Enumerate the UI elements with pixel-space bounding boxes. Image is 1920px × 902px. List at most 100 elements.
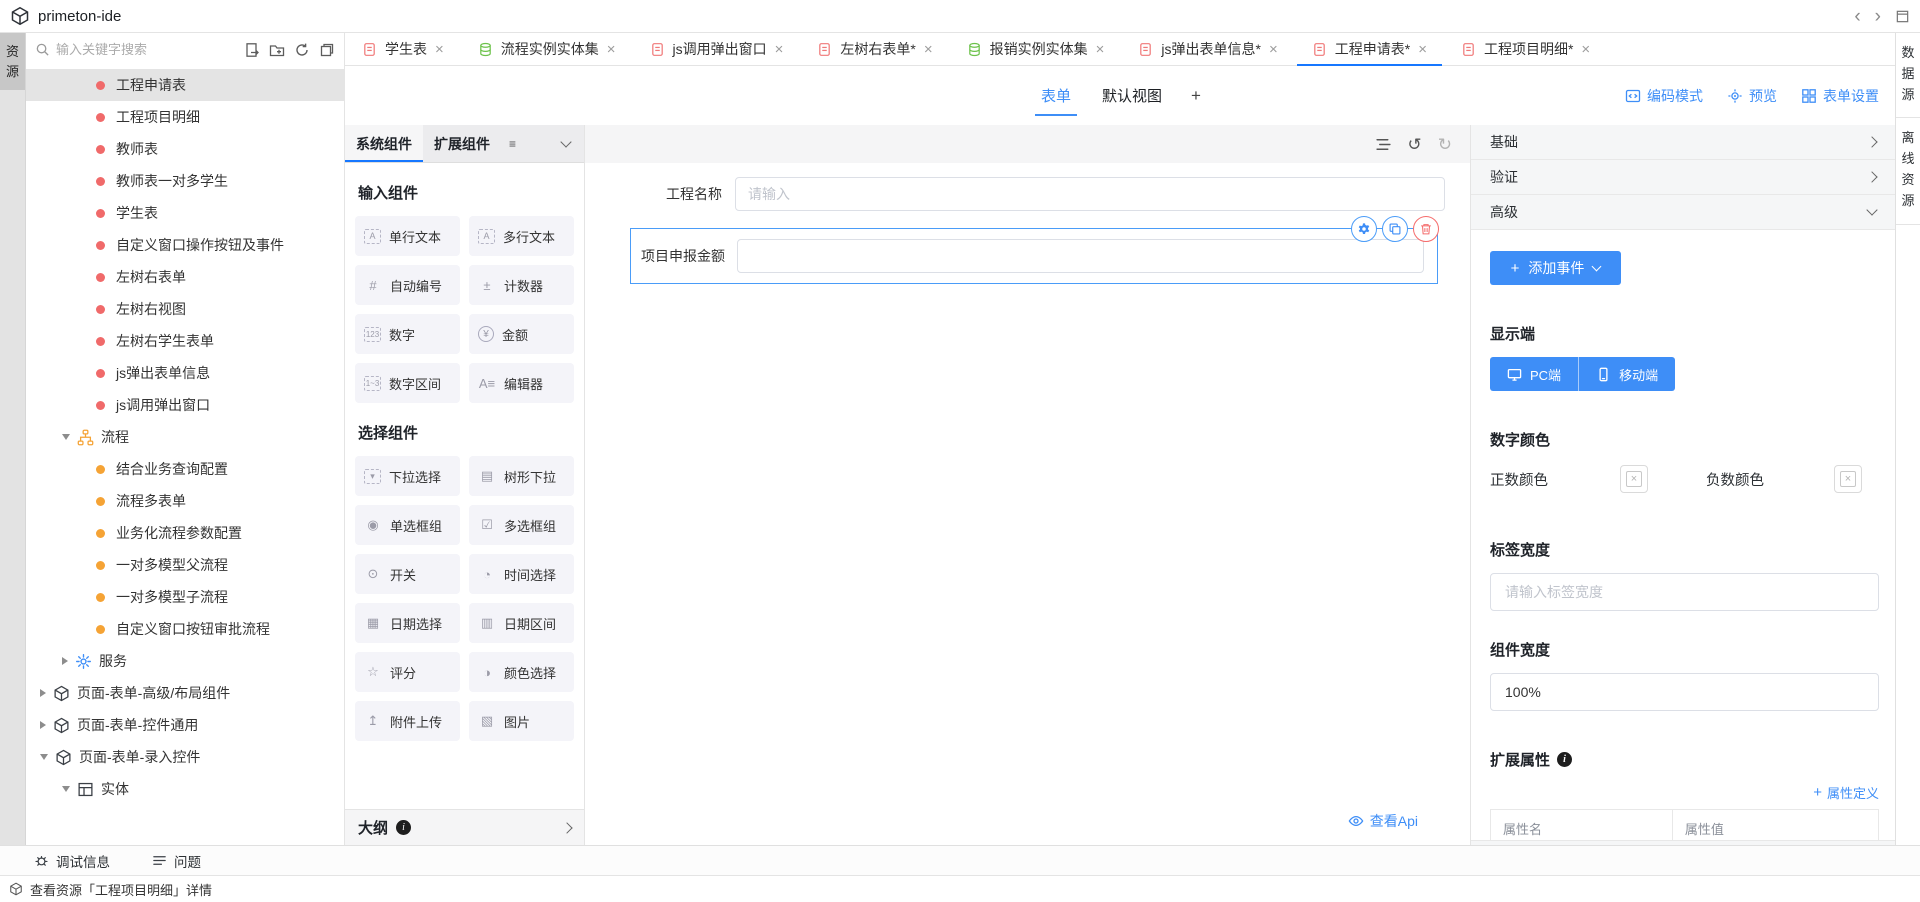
component-width-input[interactable] [1490, 673, 1879, 711]
palette-item-attachment-upload[interactable]: ↥附件上传 [355, 701, 460, 741]
tree-item[interactable]: 自定义窗口按钮审批流程 [26, 613, 344, 645]
file-tab[interactable]: 报销实例实体集× [950, 33, 1122, 65]
palette-item-rating[interactable]: ☆评分 [355, 652, 460, 692]
tree-item[interactable]: 一对多模型父流程 [26, 549, 344, 581]
palette-tab-2[interactable]: 扩展组件 [423, 125, 501, 162]
palette-item-editor[interactable]: A≡编辑器 [469, 363, 574, 403]
tree-item[interactable]: 流程多表单 [26, 485, 344, 517]
tree-item[interactable]: 左树右视图 [26, 293, 344, 325]
palette-item-date-range[interactable]: ▥日期区间 [469, 603, 574, 643]
close-icon[interactable]: × [1269, 42, 1278, 57]
close-icon[interactable]: × [1418, 42, 1427, 57]
add-view-button[interactable]: + [1191, 86, 1201, 110]
resources-strip-tab[interactable]: 资源 [0, 33, 25, 90]
file-tab[interactable]: js弹出表单信息*× [1121, 33, 1294, 65]
palette-item-color-picker[interactable]: ◑颜色选择 [469, 652, 574, 692]
tree-item[interactable]: 工程项目明细 [26, 101, 344, 133]
tree-item[interactable]: js弹出表单信息 [26, 357, 344, 389]
file-tab[interactable]: js调用弹出窗口× [633, 33, 801, 65]
palette-item-tree-dropdown[interactable]: ▤树形下拉 [469, 456, 574, 496]
palette-item-single-line-text[interactable]: A单行文本 [355, 216, 460, 256]
palette-item-number[interactable]: 123数字 [355, 314, 460, 354]
accordion-验证[interactable]: 验证 [1471, 160, 1895, 195]
form-settings-button[interactable]: 表单设置 [1801, 86, 1879, 106]
palette-item-switch[interactable]: ⊙开关 [355, 554, 460, 594]
palette-item-image[interactable]: ▧图片 [469, 701, 574, 741]
file-tab[interactable]: 工程申请表*× [1295, 33, 1444, 65]
redo-icon[interactable]: ↻ [1438, 136, 1452, 153]
chevron-right-icon[interactable] [561, 822, 572, 833]
preview-button[interactable]: 预览 [1727, 86, 1777, 106]
palette-item-date-picker[interactable]: ▦日期选择 [355, 603, 460, 643]
tree-item[interactable]: 结合业务查询配置 [26, 453, 344, 485]
palette-item-dropdown[interactable]: ▾下拉选择 [355, 456, 460, 496]
accordion-基础[interactable]: 基础 [1471, 125, 1895, 160]
right-strip-tab-2[interactable]: 离线资源 [1896, 118, 1920, 224]
palette-menu-icon[interactable]: ≡ [509, 137, 516, 151]
amount-input[interactable] [737, 239, 1424, 273]
tree-item[interactable]: 左树右学生表单 [26, 325, 344, 357]
mobile-target-button[interactable]: 移动端 [1578, 357, 1675, 391]
tree-item[interactable]: 流程 [26, 421, 344, 453]
right-strip-tab-1[interactable]: 数据源 [1896, 33, 1920, 118]
field-settings-button[interactable] [1351, 216, 1377, 242]
project-name-input[interactable] [735, 177, 1445, 211]
tree-item[interactable]: 页面-表单-录入控件 [26, 741, 344, 773]
tree-item[interactable]: 工程申请表 [26, 69, 344, 101]
tree-item[interactable]: js调用弹出窗口 [26, 389, 344, 421]
debug-info-button[interactable]: 调试信息 [34, 851, 110, 871]
tree-item[interactable]: 教师表 [26, 133, 344, 165]
tree-item[interactable]: 自定义窗口操作按钮及事件 [26, 229, 344, 261]
chevron-down-icon[interactable] [62, 786, 70, 792]
code-mode-button[interactable]: 编码模式 [1625, 86, 1703, 106]
close-icon[interactable]: × [924, 42, 933, 57]
tree-item[interactable]: 一对多模型子流程 [26, 581, 344, 613]
palette-item-auto-number[interactable]: #自动编号 [355, 265, 460, 305]
window-restore-icon[interactable] [1895, 9, 1910, 24]
palette-item-radio-group[interactable]: ◉单选框组 [355, 505, 460, 545]
nav-forward-icon[interactable]: › [1875, 7, 1881, 26]
palette-item-checkbox-group[interactable]: ☑多选框组 [469, 505, 574, 545]
chevron-down-icon[interactable] [62, 434, 70, 440]
search-input[interactable] [56, 42, 238, 57]
form-field-amount-selected[interactable]: 项目申报金额 [630, 228, 1438, 284]
collapse-all-icon[interactable] [319, 42, 335, 58]
positive-color-picker[interactable]: × [1620, 465, 1648, 493]
palette-item-counter[interactable]: ±计数器 [469, 265, 574, 305]
new-folder-icon[interactable] [269, 42, 285, 58]
view-tab[interactable]: 默认视图 [1100, 79, 1164, 116]
nav-back-icon[interactable]: ‹ [1854, 7, 1860, 26]
palette-item-multi-line-text[interactable]: A多行文本 [469, 216, 574, 256]
file-tab[interactable]: 流程实例实体集× [461, 33, 633, 65]
outline-bar[interactable]: 大纲 i [345, 809, 584, 845]
chevron-right-icon[interactable] [62, 657, 68, 665]
close-icon[interactable]: × [775, 42, 784, 57]
close-icon[interactable]: × [1581, 42, 1590, 57]
tree-item[interactable]: 业务化流程参数配置 [26, 517, 344, 549]
file-tab[interactable]: 工程项目明细*× [1444, 33, 1607, 65]
palette-tab-1[interactable]: 系统组件 [345, 125, 423, 162]
palette-item-currency[interactable]: ¥金额 [469, 314, 574, 354]
close-icon[interactable]: × [1096, 42, 1105, 57]
refresh-icon[interactable] [294, 42, 310, 58]
label-width-input[interactable] [1490, 573, 1879, 611]
field-delete-button[interactable] [1413, 216, 1439, 242]
outline-list-icon[interactable] [1375, 136, 1392, 153]
tree-item[interactable]: 实体 [26, 773, 344, 805]
tree-item[interactable]: 学生表 [26, 197, 344, 229]
view-tab[interactable]: 表单 [1039, 79, 1073, 116]
tree-item[interactable]: 左树右表单 [26, 261, 344, 293]
tree-item[interactable]: 页面-表单-控件通用 [26, 709, 344, 741]
close-icon[interactable]: × [607, 42, 616, 57]
field-copy-button[interactable] [1382, 216, 1408, 242]
tree-item[interactable]: 教师表一对多学生 [26, 165, 344, 197]
negative-color-picker[interactable]: × [1834, 465, 1862, 493]
form-field-project-name[interactable]: 工程名称 [630, 177, 1445, 211]
tree-item[interactable]: 页面-表单-高级/布局组件 [26, 677, 344, 709]
accordion-高级[interactable]: 高级 [1471, 195, 1895, 230]
view-api-link[interactable]: 查看Api [1348, 811, 1418, 831]
open-file-icon[interactable] [244, 42, 260, 58]
file-tab[interactable]: 学生表× [345, 33, 461, 65]
add-event-button[interactable]: + 添加事件 [1490, 251, 1621, 285]
chevron-right-icon[interactable] [40, 721, 46, 729]
